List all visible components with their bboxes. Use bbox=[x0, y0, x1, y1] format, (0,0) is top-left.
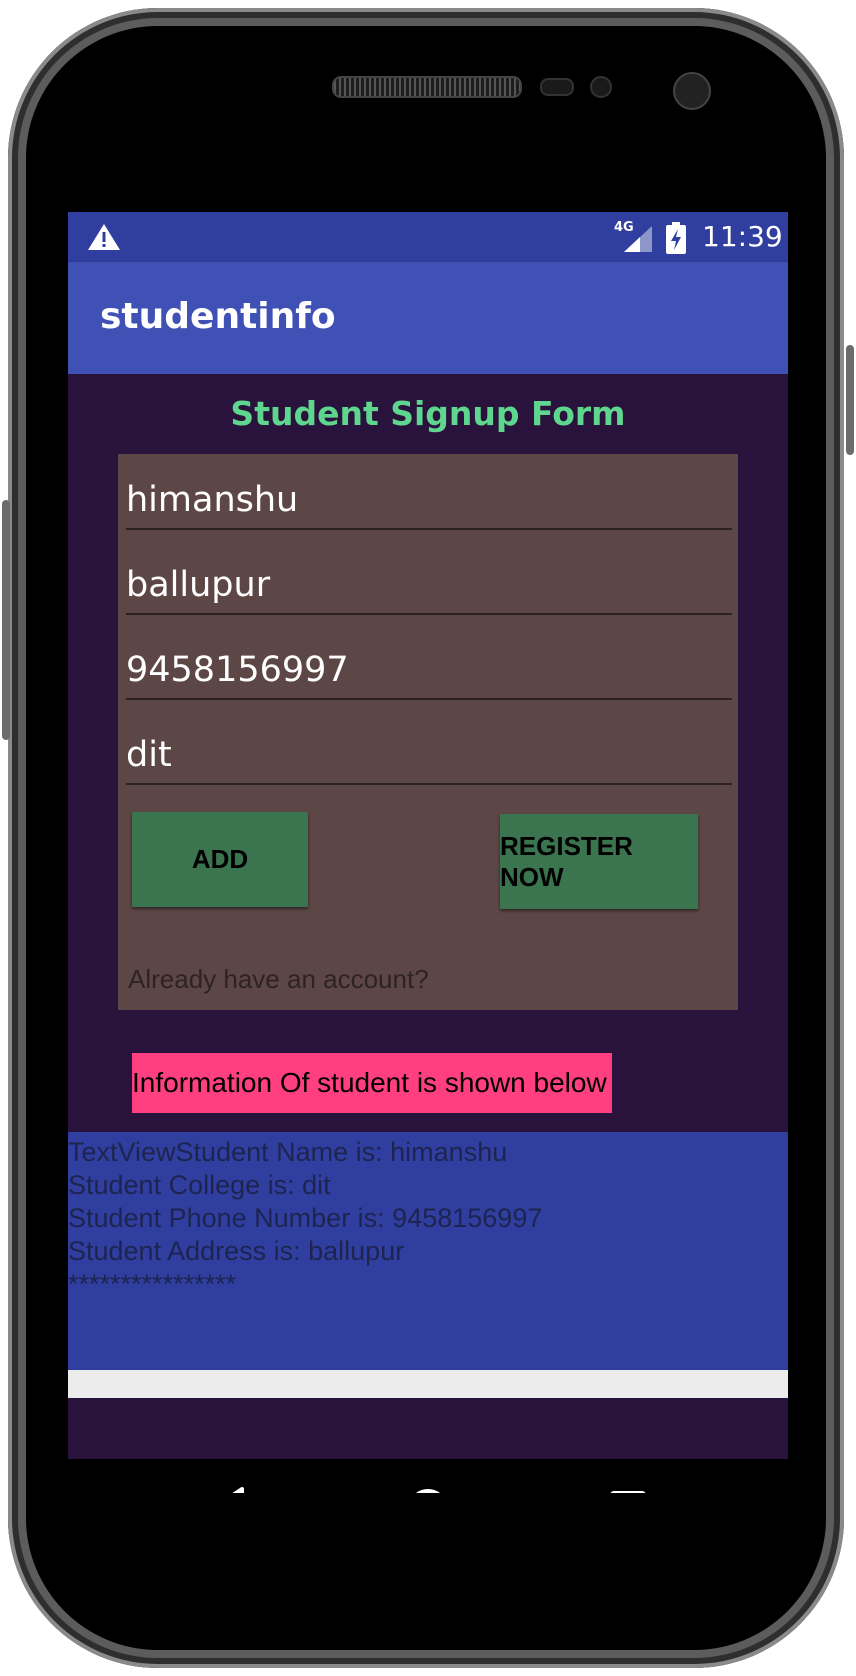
signup-screen: Student Signup Form himanshu ballupur 94… bbox=[68, 374, 788, 1459]
app-bar: studentinfo bbox=[68, 262, 788, 374]
power-button bbox=[846, 345, 854, 455]
app-title: studentinfo bbox=[100, 296, 336, 337]
info-line-phone: Student Phone Number is: 9458156997 bbox=[68, 1203, 543, 1233]
light-sensor bbox=[590, 76, 612, 98]
name-field[interactable]: himanshu bbox=[126, 454, 732, 530]
already-have-account-link[interactable]: Already have an account? bbox=[128, 964, 429, 995]
info-line-address: Student Address is: ballupur bbox=[68, 1236, 405, 1266]
home-icon[interactable] bbox=[402, 1483, 454, 1493]
info-line-separator: **************** bbox=[68, 1269, 237, 1299]
recents-icon[interactable] bbox=[602, 1483, 654, 1493]
college-field-value: dit bbox=[126, 735, 172, 775]
device-screen: 4G 11:39 studentinfo Student Signup Form… bbox=[68, 212, 788, 1493]
info-line-college: Student College is: dit bbox=[68, 1170, 331, 1200]
form-heading: Student Signup Form bbox=[230, 394, 626, 433]
phone-field-value: 9458156997 bbox=[126, 650, 349, 690]
warning-icon bbox=[88, 224, 120, 250]
name-field-value: himanshu bbox=[126, 480, 299, 520]
info-line-name: TextViewStudent Name is: himanshu bbox=[68, 1137, 508, 1167]
address-field-value: ballupur bbox=[126, 565, 271, 605]
battery-charging-icon bbox=[666, 222, 686, 254]
earpiece-speaker bbox=[332, 76, 522, 98]
add-button[interactable]: ADD bbox=[132, 812, 308, 907]
register-now-button[interactable]: REGISTER NOW bbox=[500, 814, 698, 909]
info-banner: Information Of student is shown below bbox=[132, 1053, 612, 1113]
proximity-sensor bbox=[540, 78, 574, 96]
signup-form-card: himanshu ballupur 9458156997 dit ADD REG… bbox=[118, 454, 738, 1010]
student-info-panel: TextViewStudent Name is: himanshu Studen… bbox=[68, 1132, 788, 1370]
status-time: 11:39 bbox=[702, 220, 783, 253]
address-field[interactable]: ballupur bbox=[126, 539, 732, 615]
signal-icon bbox=[624, 226, 652, 252]
back-icon[interactable] bbox=[202, 1483, 254, 1493]
volume-button bbox=[2, 500, 10, 740]
navigation-bar bbox=[68, 1459, 788, 1493]
front-camera bbox=[673, 72, 711, 110]
status-bar: 4G 11:39 bbox=[68, 212, 788, 262]
college-field[interactable]: dit bbox=[126, 709, 732, 785]
phone-field[interactable]: 9458156997 bbox=[126, 624, 732, 700]
bottom-strip bbox=[68, 1370, 788, 1398]
